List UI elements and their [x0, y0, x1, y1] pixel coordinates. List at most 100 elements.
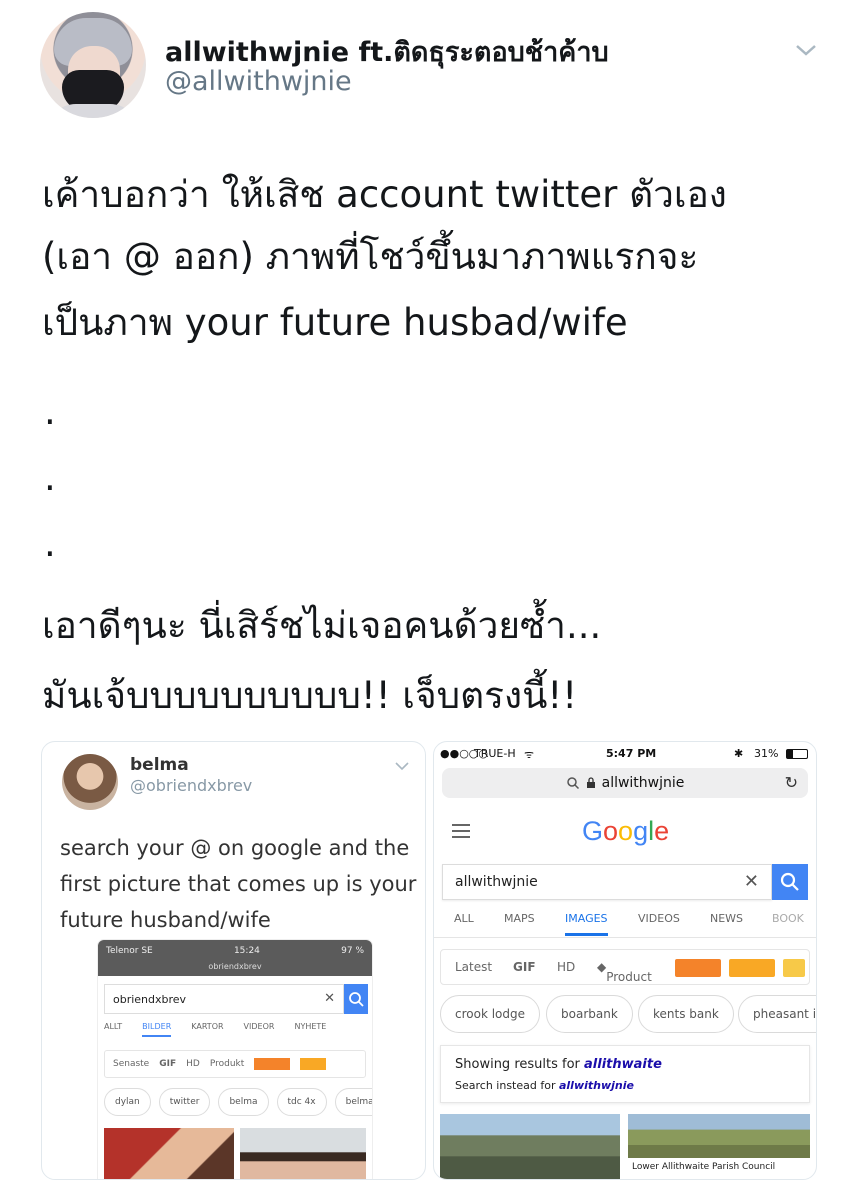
result-image	[104, 1128, 234, 1179]
color-swatch	[675, 959, 721, 977]
google-logo: Google	[582, 816, 670, 846]
tab-images: IMAGES	[565, 912, 608, 936]
color-swatch	[300, 1058, 327, 1070]
tab-maps: MAPS	[504, 912, 535, 925]
carrier-label: TRUE-H	[474, 747, 516, 760]
bluetooth-icon: ✱	[734, 747, 744, 760]
search-icon	[780, 872, 799, 891]
filter-senaste: Senaste	[113, 1059, 150, 1069]
filter-produkt: Produkt	[209, 1059, 245, 1069]
chip: boarbank	[546, 995, 633, 1033]
result-image	[240, 1128, 366, 1179]
original-term-link: allwithwjnie	[558, 1079, 634, 1092]
result-image	[628, 1114, 810, 1158]
clear-icon: ✕	[324, 991, 335, 1006]
color-swatch	[254, 1058, 291, 1070]
status-bar: Telenor SE 15:24 97 %	[98, 940, 372, 962]
battery-icon	[786, 749, 808, 759]
search-field: allwithwjnie ✕	[442, 864, 772, 900]
tab-allt: ALLT	[104, 1022, 123, 1031]
tweet-text-line: เป็นภาพ your future husbad/wife	[42, 301, 628, 344]
chip: twitter	[158, 1088, 211, 1116]
embedded-display-name: belma	[130, 755, 189, 775]
search-query: allwithwjnie	[455, 874, 538, 890]
tab-videos: VIDEOS	[638, 912, 680, 925]
search-tabs: ALL MAPS IMAGES VIDEOS NEWS BOOK	[434, 910, 816, 938]
tweet-text-line: (เอา @ ออก) ภาพที่โชว์ขึ้นมาภาพแรกจะ	[42, 235, 699, 278]
tweet-text-line: มันเจ้บบบบบบบบบบ!! เจ็บตรงนี้!!	[42, 674, 578, 717]
search-icon	[349, 992, 364, 1007]
tweet-image-left[interactable]: belma @obriendxbrev search your @ on goo…	[41, 741, 426, 1180]
url-label: obriendxbrev	[98, 962, 372, 976]
address-bar: allwithwjnie ↻	[442, 768, 808, 798]
lock-icon	[586, 777, 595, 788]
url-label: allwithwjnie	[601, 775, 685, 791]
showing-results-line: Showing results for allithwaite	[455, 1057, 662, 1072]
search-tabs: ALLT BILDER KARTOR VIDEOR NYHETE	[104, 1022, 372, 1037]
filter-gif: GIF	[159, 1059, 177, 1069]
chip: dylan	[104, 1088, 151, 1116]
wifi-icon: ᯤ	[524, 748, 535, 761]
related-chips: dylan twitter belma tdc 4x belma	[104, 1088, 372, 1116]
tweet-dot: .	[44, 522, 56, 565]
tab-kartor: KARTOR	[191, 1022, 224, 1031]
reload-icon: ↻	[784, 773, 798, 792]
clear-icon: ✕	[743, 871, 759, 892]
tab-nyheter: NYHETE	[294, 1022, 327, 1031]
filter-bar: Senaste GIF HD Produkt	[104, 1050, 366, 1078]
avatar-shirt	[46, 104, 140, 118]
color-swatch	[783, 959, 805, 977]
chip: crook lodge	[440, 995, 541, 1033]
hamburger-menu-icon	[452, 824, 470, 838]
carrier-label: Telenor SE	[106, 946, 153, 956]
embedded-handle: @obriendxbrev	[130, 776, 253, 795]
chip: belma	[218, 1088, 269, 1116]
filter-product: ◆ Product	[597, 960, 652, 984]
color-swatch	[729, 959, 775, 977]
spelling-correction-box: Showing results for allithwaite Search i…	[440, 1045, 810, 1103]
filter-latest: Latest	[455, 960, 493, 974]
search-field: obriendxbrev ✕	[104, 984, 344, 1014]
user-handle[interactable]: @allwithwjnie	[165, 66, 352, 97]
chevron-down-icon[interactable]	[794, 38, 818, 62]
battery-label: 97 %	[341, 946, 364, 956]
embedded-tweet-text: search your @ on google and the first pi…	[60, 836, 417, 932]
tab-news: NEWS	[710, 912, 744, 925]
embedded-phone-screenshot: Telenor SE 15:24 97 % obriendxbrev obrie…	[98, 940, 372, 1179]
search-button	[772, 864, 808, 900]
result-image	[440, 1114, 620, 1179]
tab-videor: VIDEOR	[243, 1022, 275, 1031]
chip: belma	[334, 1088, 372, 1116]
tweet-text-line: เอาดีๆนะ นี่เสิร์ชไม่เจอคนด้วยซ้ำ...	[42, 604, 602, 647]
tab-bilder: BILDER	[142, 1022, 172, 1037]
chip: kents bank	[638, 995, 734, 1033]
tweet-image-right[interactable]: ●●○○○ TRUE-H ᯤ 5:47 PM ✱ 31% allwithwjni…	[433, 741, 817, 1180]
chip: tdc 4x	[276, 1088, 327, 1116]
filter-gif: GIF	[513, 960, 536, 974]
search-query: obriendxbrev	[113, 993, 187, 1006]
tweet-dot: .	[44, 456, 56, 499]
related-chips: crook lodge boarbank kents bank pheasant…	[440, 995, 816, 1035]
filter-bar: Latest GIF HD ◆ Product	[440, 949, 810, 985]
result-image-caption: Lower Allithwaite Parish Council	[632, 1162, 776, 1172]
time-label: 15:24	[233, 946, 260, 956]
avatar[interactable]	[40, 12, 146, 118]
filter-product-label: Product	[606, 970, 652, 984]
time-label: 5:47 PM	[606, 747, 657, 760]
filter-hd: HD	[186, 1059, 200, 1069]
tweet-text-line: เค้าบอกว่า ให้เสิช account twitter ตัวเอ…	[42, 173, 727, 216]
embedded-avatar	[62, 754, 118, 810]
tab-all: ALL	[454, 912, 474, 925]
tab-books: BOOK	[772, 912, 804, 925]
chevron-down-icon	[395, 762, 409, 771]
battery-label: 31%	[754, 747, 779, 760]
chip: pheasant in	[738, 995, 816, 1033]
status-bar: ●●○○○ TRUE-H ᯤ 5:47 PM ✱ 31%	[434, 742, 816, 766]
search-instead-prefix: Search instead for	[455, 1079, 556, 1092]
search-icon	[566, 777, 579, 790]
showing-prefix: Showing results for	[455, 1057, 580, 1072]
search-instead-line: Search instead for allwithwjnie	[455, 1079, 634, 1092]
filter-hd: HD	[557, 960, 576, 974]
tweet-dot: .	[44, 390, 56, 433]
search-button	[344, 984, 368, 1014]
